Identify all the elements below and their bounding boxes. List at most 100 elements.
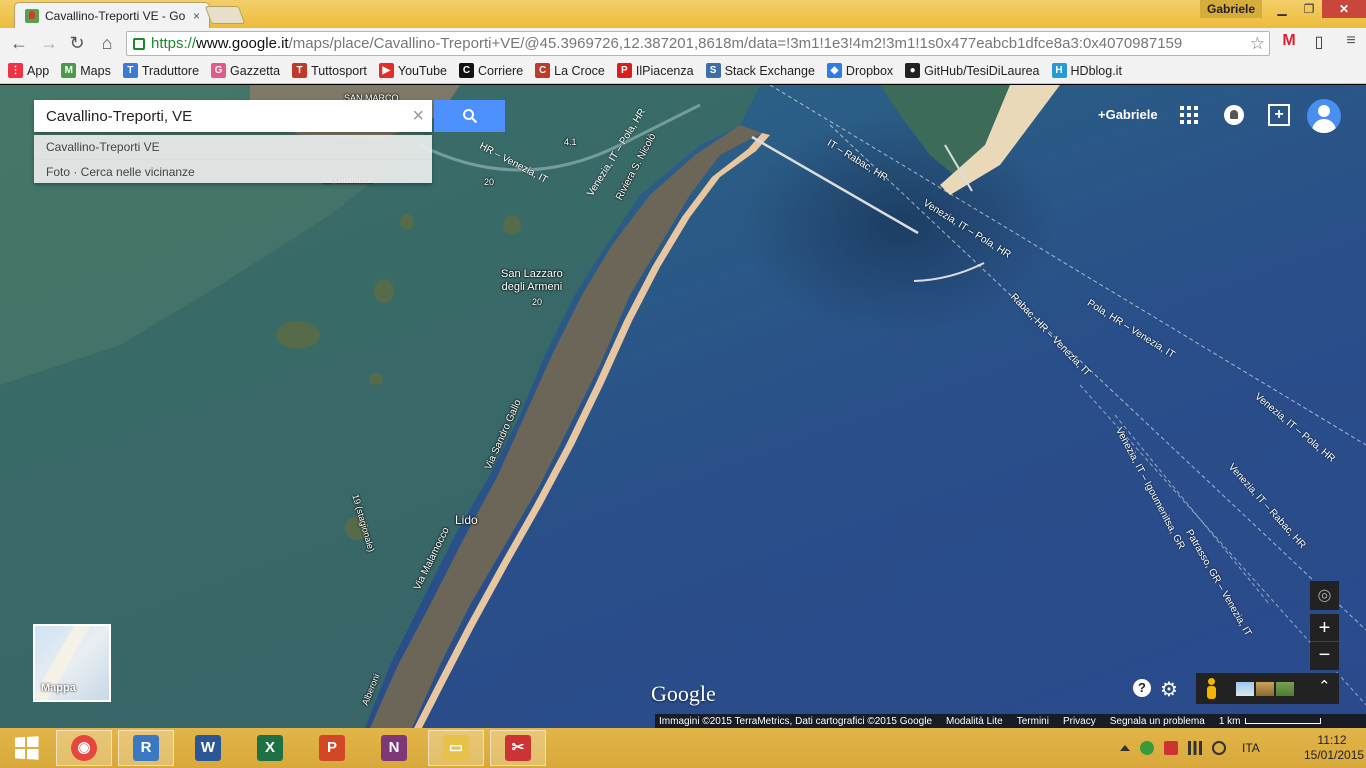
address-bar[interactable]: https:// www.google.it /maps/place/Caval… [126,31,1270,56]
bookmark-icon: C [535,63,551,78]
extension-icon[interactable]: ▯ [1308,32,1330,52]
profile-badge[interactable]: Gabriele [1200,0,1262,18]
security-icon[interactable] [1164,741,1178,755]
lite-mode-link[interactable]: Modalità Lite [946,716,1003,727]
photo-thumbnail[interactable] [1236,682,1254,696]
new-tab-button[interactable] [204,6,246,24]
clear-search-icon[interactable]: × [412,104,424,128]
route-label-20-second: 20 [532,297,543,307]
bookmark-item[interactable]: P IlPiacenza [616,63,694,78]
bookmark-icon: H [1051,63,1067,78]
bookmark-item[interactable]: C Corriere [459,63,523,78]
suggestion-item[interactable]: Foto · Cerca nelle vicinanze [34,159,432,183]
scale-bar-line [1244,718,1321,724]
apps-grid-icon[interactable] [1180,106,1198,124]
share-plus-icon[interactable]: + [1268,104,1290,126]
bookmark-item[interactable]: M Maps [61,63,111,78]
search-input[interactable]: Cavallino-Treporti, VE × [34,100,432,132]
map-view-toggle[interactable]: Mappa [33,624,111,702]
clock-time: 11:12 [1317,733,1347,747]
forward-arrow-icon[interactable]: → [38,32,60,54]
scale-bar[interactable]: 1 km [1219,716,1321,727]
map-label-lido: Lido [455,513,478,527]
taskbar-app-excel[interactable]: X [242,730,298,766]
reload-icon[interactable]: ↻ [66,32,88,54]
bookmark-label: GitHub/TesiDiLaurea [924,63,1040,78]
route-label-20: 20 [484,177,495,187]
taskbar-app-r[interactable]: R [118,730,174,766]
taskbar-app-powerpoint[interactable]: P [304,730,360,766]
photo-thumbnail[interactable] [1276,682,1294,696]
report-problem-link[interactable]: Segnala un problema [1110,716,1205,727]
map-canvas[interactable]: SAN MARCO La Giudecca San Lazzaro degli … [0,85,1366,728]
r-icon: R [133,735,159,761]
bookmark-item[interactable]: ⋮ App [8,63,49,78]
terms-link[interactable]: Termini [1017,716,1049,727]
zoom-out-button[interactable]: − [1310,642,1339,670]
bookmark-item[interactable]: ▶ YouTube [378,63,447,78]
pegman-icon[interactable] [1206,678,1216,700]
map-label-san-lazzaro: San Lazzaro degli Armeni [501,268,563,293]
avatar[interactable] [1307,99,1341,133]
map-view-label: Mappa [41,682,76,694]
street-view-bar: ⌃ [1196,673,1339,704]
maximize-button[interactable]: ❐ [1296,0,1322,18]
notifications-bell-icon[interactable] [1224,105,1244,125]
url-path: /maps/place/Cavallino-Treporti+VE/@45.39… [288,35,1183,52]
photo-thumbnail[interactable] [1256,682,1274,696]
browser-tab-active[interactable]: Cavallino-Treporti VE - Go × [14,2,210,28]
settings-gear-icon[interactable]: ⚙ [1160,677,1178,702]
taskbar-app-onenote[interactable]: N [366,730,422,766]
taskbar-app-word[interactable]: W [180,730,236,766]
back-arrow-icon[interactable]: ← [8,32,30,54]
network-icon[interactable] [1188,741,1202,755]
tab-close-icon[interactable]: × [193,9,200,23]
chrome-menu-icon[interactable]: ≡ [1340,32,1362,52]
bookmark-label: La Croce [554,63,605,78]
bookmark-star-icon[interactable]: ☆ [1247,34,1265,54]
maps-favicon-icon [25,8,39,23]
bookmark-item[interactable]: C La Croce [535,63,605,78]
volume-icon[interactable] [1212,741,1226,755]
bookmark-item[interactable]: ◆ Dropbox [826,63,893,78]
clock-date: 15/01/2015 [1304,748,1365,762]
bookmark-item[interactable]: S Stack Exchange [705,63,815,78]
help-icon[interactable]: ? [1133,679,1151,697]
bookmark-icon: ● [905,63,921,78]
bookmark-label: Tuttosport [311,63,367,78]
privacy-link[interactable]: Privacy [1063,716,1096,727]
taskbar-app-explorer[interactable]: ▭ [428,730,484,766]
show-hidden-icons-icon[interactable] [1120,745,1130,751]
search-input-value: Cavallino-Treporti, VE [46,107,193,125]
search-button[interactable] [434,100,505,132]
bookmark-label: Stack Exchange [724,63,815,78]
zoom-in-button[interactable]: + [1310,614,1339,642]
home-icon[interactable]: ⌂ [96,32,118,54]
close-window-button[interactable]: ✕ [1322,0,1366,18]
bookmark-label: App [27,63,50,78]
bookmark-icon: T [292,63,308,78]
route-label-4-1: 4.1 [564,137,577,147]
google-plus-profile-link[interactable]: +Gabriele [1098,107,1158,122]
expand-chevron-icon[interactable]: ⌃ [1318,677,1331,695]
minimize-button[interactable]: ▁ [1268,0,1296,18]
bookmark-label: YouTube [397,63,447,78]
imagery-credit: Immagini ©2015 TerraMetrics, Dati cartog… [659,715,933,727]
bookmark-item[interactable]: G Gazzetta [211,63,280,78]
language-indicator[interactable]: ITA [1242,741,1260,755]
my-location-icon[interactable]: ◎ [1310,581,1339,610]
bookmark-label: HDblog.it [1070,63,1122,78]
sync-icon[interactable] [1140,741,1154,755]
bookmark-label: Traduttore [141,63,200,78]
bookmark-item[interactable]: ● GitHub/TesiDiLaurea [905,63,1040,78]
taskbar-app-snipping[interactable]: ✂ [490,730,546,766]
taskbar-app-chrome[interactable]: ◉ [56,730,112,766]
bookmark-label: Corriere [478,63,524,78]
gmail-extension-icon[interactable]: M [1278,32,1300,52]
clock[interactable]: 11:12 15/01/2015 [1304,733,1365,763]
bookmark-item[interactable]: T Traduttore [122,63,200,78]
suggestion-item[interactable]: Cavallino-Treporti VE [34,135,432,159]
windows-start-icon[interactable] [14,736,39,760]
bookmark-item[interactable]: H HDblog.it [1051,63,1122,78]
bookmark-item[interactable]: T Tuttosport [292,63,367,78]
